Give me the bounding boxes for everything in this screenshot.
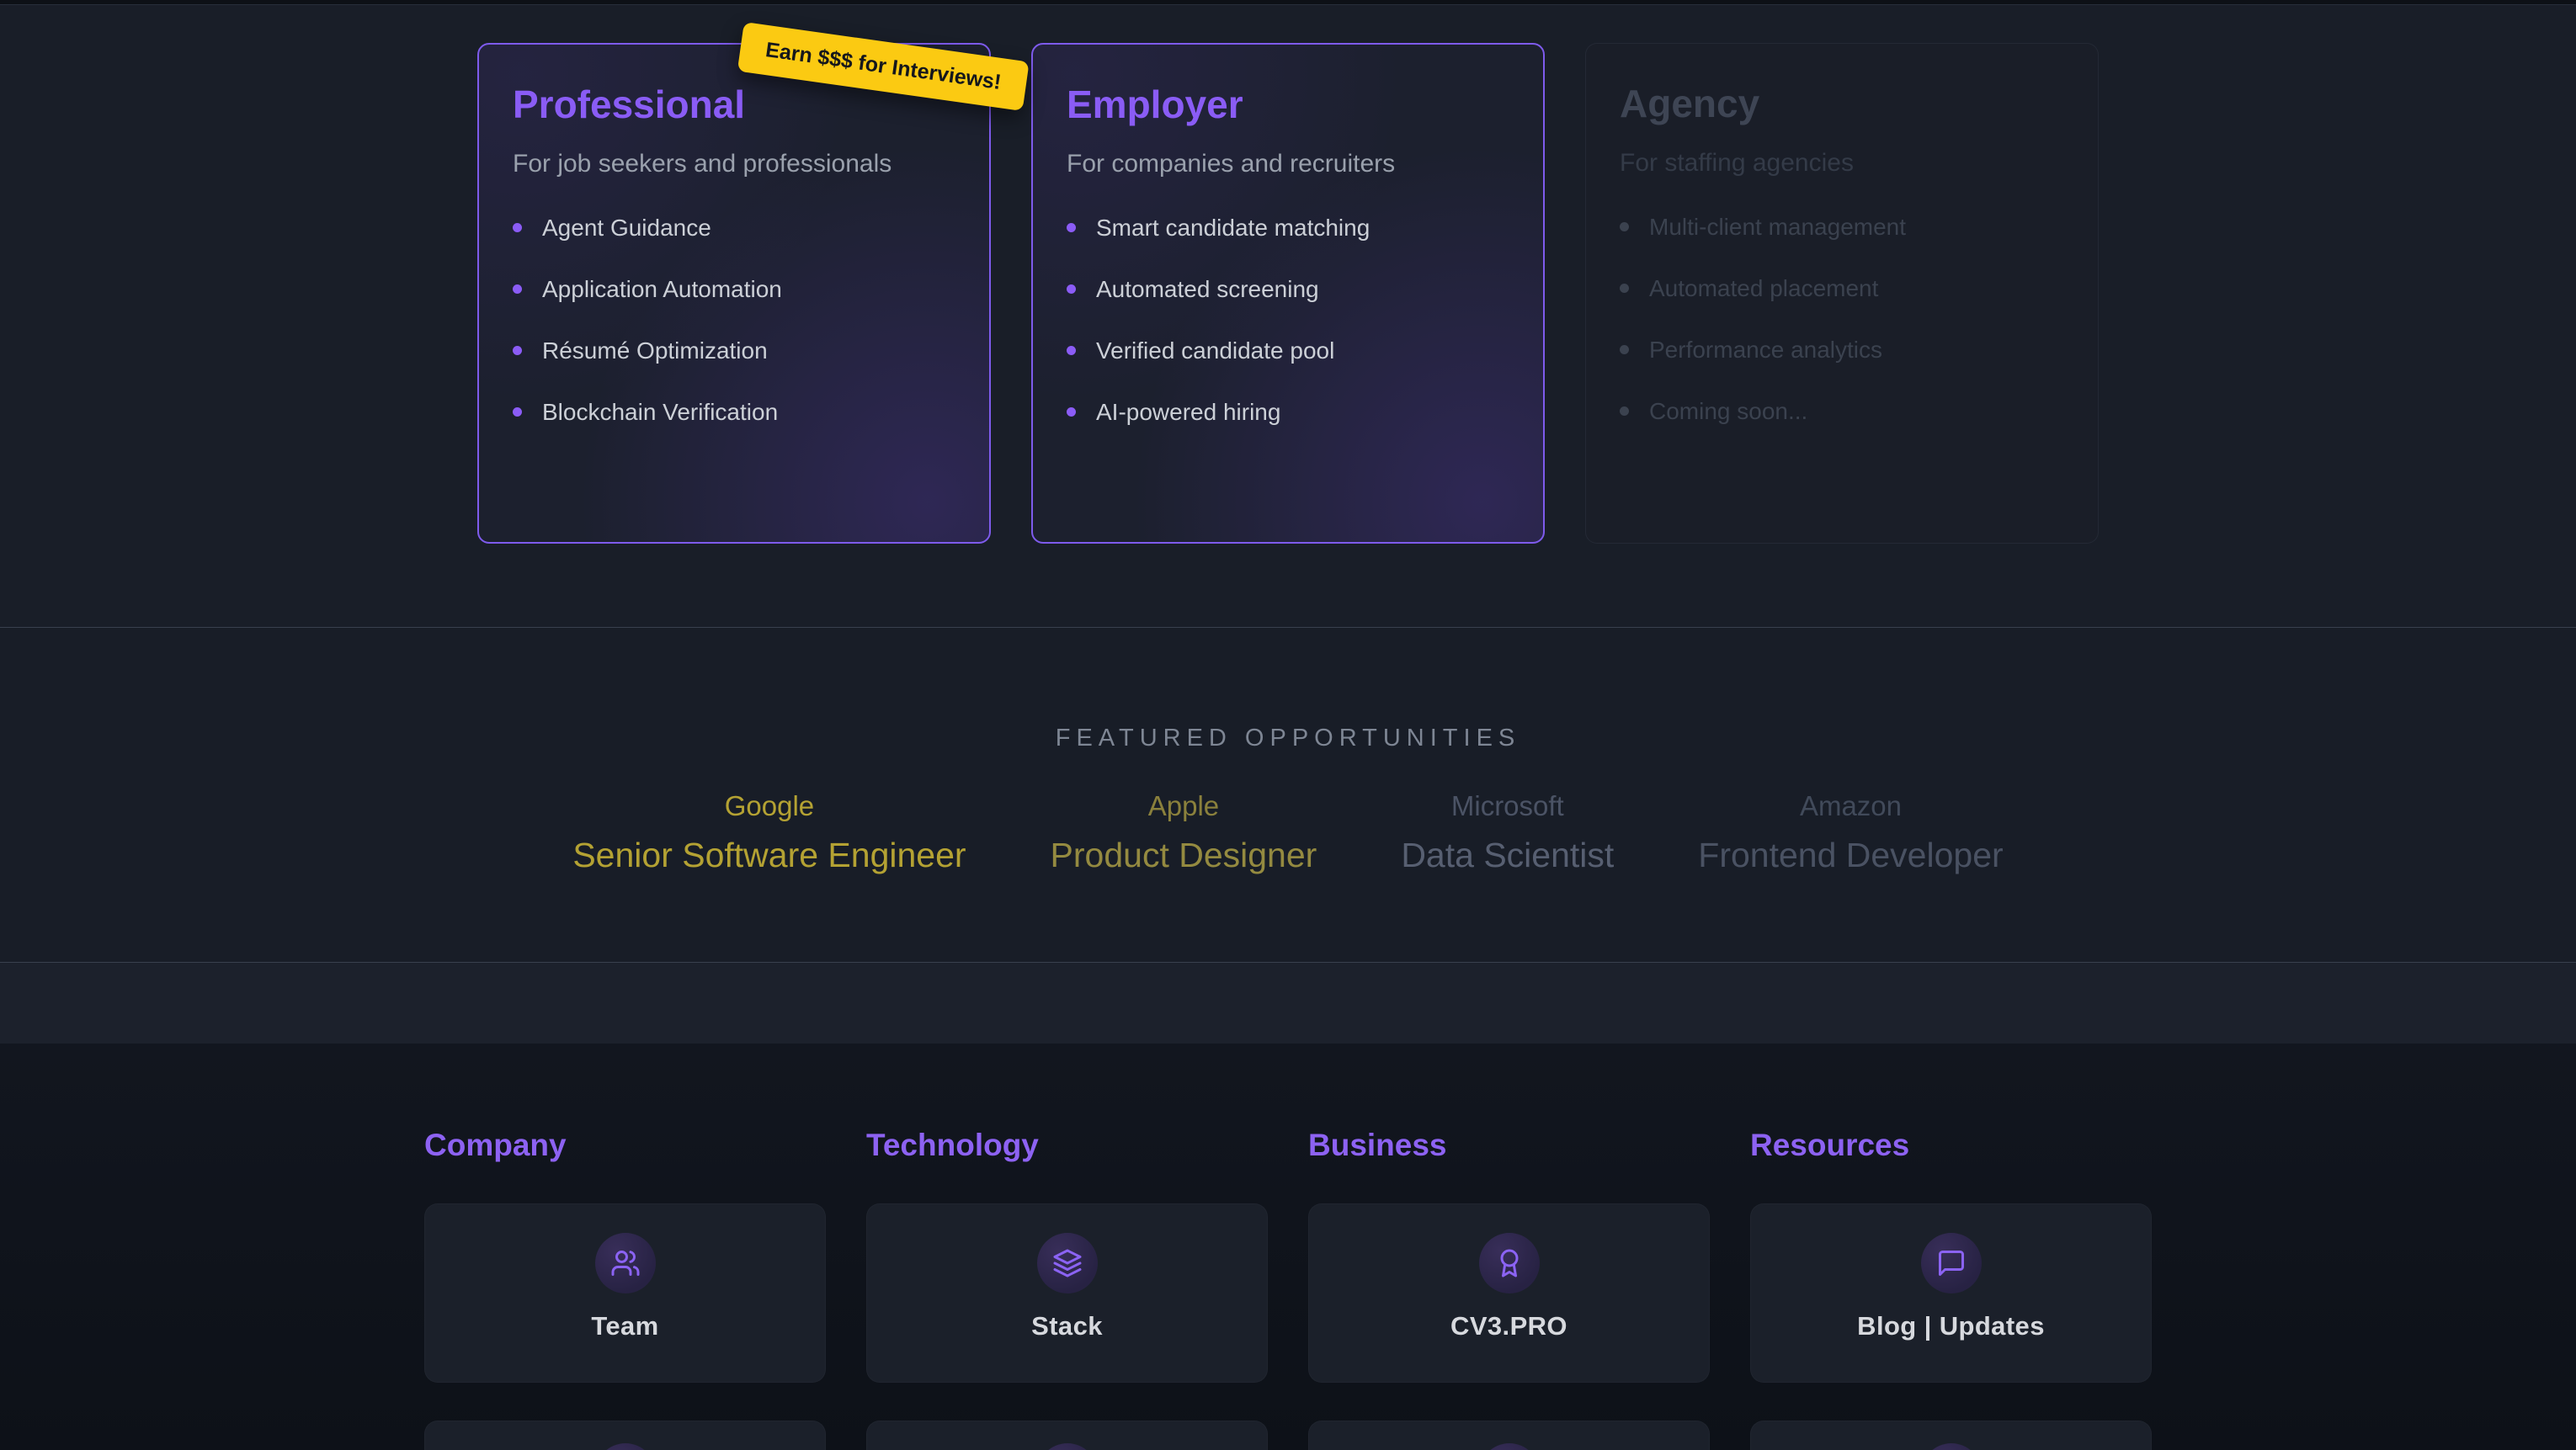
- plan-feature: Résumé Optimization: [513, 337, 955, 365]
- plan-subtitle: For staffing agencies: [1620, 147, 2064, 179]
- plan-feature-label: Agent Guidance: [542, 214, 711, 242]
- bullet-dot-icon: [1067, 407, 1076, 417]
- footer-columns: Company Team Technology Stack: [424, 1044, 2152, 1450]
- plan-feature: Multi-client management: [1620, 213, 2064, 242]
- plan-feature: Coming soon...: [1620, 397, 2064, 426]
- plan-feature-label: Blockchain Verification: [542, 398, 778, 427]
- plans-row: Professional For job seekers and profess…: [477, 43, 2099, 544]
- featured-item-google: Google Senior Software Engineer: [572, 789, 966, 876]
- plan-feature-label: Automated screening: [1096, 275, 1319, 304]
- plans-section: Earn $$$ for Interviews! Professional Fo…: [0, 5, 2576, 627]
- footer-card-partial[interactable]: [1308, 1421, 1710, 1450]
- job-role: Data Scientist: [1401, 835, 1614, 876]
- plan-feature: Automated screening: [1067, 275, 1509, 304]
- bullet-dot-icon: [1620, 284, 1629, 293]
- plan-feature-label: Smart candidate matching: [1096, 214, 1370, 242]
- bullet-dot-icon: [1620, 222, 1629, 231]
- plan-feature-list: Smart candidate matching Automated scree…: [1067, 214, 1509, 427]
- plan-feature: Smart candidate matching: [1067, 214, 1509, 242]
- company-name: Apple: [1051, 789, 1317, 823]
- footer-column-heading: Resources: [1750, 1128, 2152, 1163]
- footer-column-business: Business CV3.PRO: [1308, 1128, 1710, 1450]
- plan-title: Employer: [1067, 82, 1509, 128]
- message-square-icon: [1921, 1233, 1982, 1293]
- users-icon: [595, 1233, 656, 1293]
- footer-column-company: Company Team: [424, 1128, 826, 1450]
- footer-card-label: CV3.PRO: [1450, 1311, 1567, 1341]
- award-icon: [1479, 1233, 1540, 1293]
- plan-feature-list: Multi-client management Automated placem…: [1620, 213, 2064, 426]
- plan-feature-label: Multi-client management: [1649, 213, 1906, 242]
- bullet-dot-icon: [1067, 346, 1076, 355]
- plan-feature: Verified candidate pool: [1067, 337, 1509, 365]
- bullet-dot-icon: [1067, 223, 1076, 232]
- job-role: Product Designer: [1051, 835, 1317, 876]
- footer-card-icon: [595, 1443, 656, 1450]
- company-name: Microsoft: [1401, 789, 1614, 823]
- bullet-dot-icon: [513, 223, 522, 232]
- plan-feature: Performance analytics: [1620, 336, 2064, 364]
- footer-card-team[interactable]: Team: [424, 1203, 826, 1383]
- plan-feature-list: Agent Guidance Application Automation Ré…: [513, 214, 955, 427]
- footer-card-partial[interactable]: [424, 1421, 826, 1450]
- plan-subtitle: For job seekers and professionals: [513, 148, 955, 180]
- footer-card-icon: [1037, 1443, 1098, 1450]
- plan-feature: Agent Guidance: [513, 214, 955, 242]
- footer-card-icon: [1479, 1443, 1540, 1450]
- bullet-dot-icon: [1620, 406, 1629, 416]
- job-role: Senior Software Engineer: [572, 835, 966, 876]
- footer-card-label: Team: [591, 1311, 658, 1341]
- footer-card-label: Blog | Updates: [1857, 1311, 2045, 1341]
- featured-item-microsoft: Microsoft Data Scientist: [1401, 789, 1614, 876]
- featured-opportunities-section: FEATURED OPPORTUNITIES Google Senior Sof…: [0, 627, 2576, 962]
- featured-heading: FEATURED OPPORTUNITIES: [0, 628, 2576, 752]
- layers-icon: [1037, 1233, 1098, 1293]
- plan-card-agency: Agency For staffing agencies Multi-clien…: [1585, 43, 2099, 544]
- footer-card-label: Stack: [1031, 1311, 1103, 1341]
- featured-item-amazon: Amazon Frontend Developer: [1698, 789, 2003, 876]
- bullet-dot-icon: [1620, 345, 1629, 354]
- plan-card-employer[interactable]: Employer For companies and recruiters Sm…: [1031, 43, 1545, 544]
- featured-ticker: Google Senior Software Engineer Apple Pr…: [0, 789, 2576, 876]
- section-spacer-band: [0, 962, 2576, 1044]
- footer-column-heading: Business: [1308, 1128, 1710, 1163]
- plan-feature-label: Automated placement: [1649, 274, 1878, 303]
- bullet-dot-icon: [513, 284, 522, 294]
- bullet-dot-icon: [1067, 284, 1076, 294]
- footer-column-technology: Technology Stack: [866, 1128, 1268, 1450]
- footer-card-stack[interactable]: Stack: [866, 1203, 1268, 1383]
- bullet-dot-icon: [513, 346, 522, 355]
- footer-card-partial[interactable]: [866, 1421, 1268, 1450]
- footer-column-heading: Technology: [866, 1128, 1268, 1163]
- plan-feature: Blockchain Verification: [513, 398, 955, 427]
- plan-subtitle: For companies and recruiters: [1067, 148, 1509, 180]
- footer-card-icon: [1921, 1443, 1982, 1450]
- company-name: Amazon: [1698, 789, 2003, 823]
- bullet-dot-icon: [513, 407, 522, 417]
- footer-column-heading: Company: [424, 1128, 826, 1163]
- footer-card-blog[interactable]: Blog | Updates: [1750, 1203, 2152, 1383]
- footer: Company Team Technology Stack: [0, 1044, 2576, 1450]
- plan-title: Agency: [1620, 81, 2064, 127]
- footer-card-partial[interactable]: [1750, 1421, 2152, 1450]
- plan-feature-label: Verified candidate pool: [1096, 337, 1334, 365]
- plan-feature-label: Application Automation: [542, 275, 782, 304]
- plan-feature-label: Performance analytics: [1649, 336, 1882, 364]
- job-role: Frontend Developer: [1698, 835, 2003, 876]
- plan-feature: Automated placement: [1620, 274, 2064, 303]
- plan-feature-label: AI-powered hiring: [1096, 398, 1280, 427]
- plan-feature-label: Résumé Optimization: [542, 337, 768, 365]
- plan-card-professional[interactable]: Professional For job seekers and profess…: [477, 43, 991, 544]
- featured-item-apple: Apple Product Designer: [1051, 789, 1317, 876]
- footer-card-cv3pro[interactable]: CV3.PRO: [1308, 1203, 1710, 1383]
- company-name: Google: [572, 789, 966, 823]
- footer-column-resources: Resources Blog | Updates: [1750, 1128, 2152, 1450]
- plan-feature: Application Automation: [513, 275, 955, 304]
- plan-feature: AI-powered hiring: [1067, 398, 1509, 427]
- plan-feature-label: Coming soon...: [1649, 397, 1807, 426]
